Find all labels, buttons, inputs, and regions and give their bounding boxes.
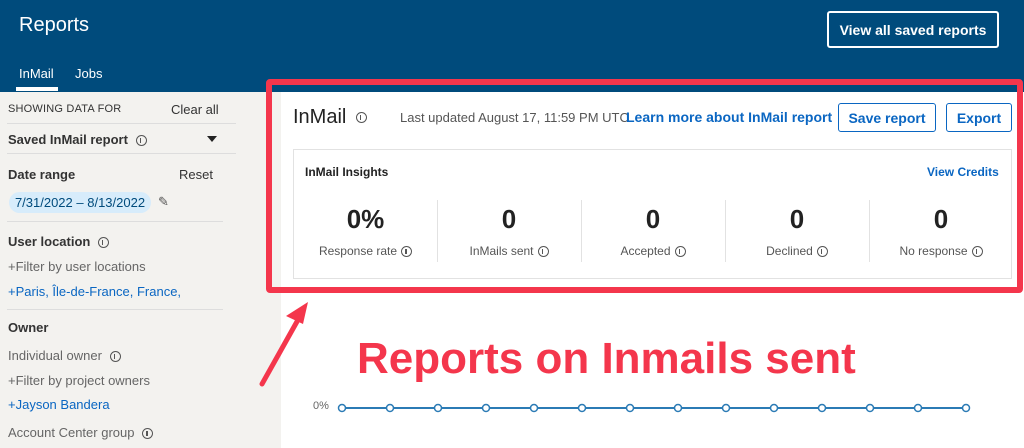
data-point[interactable]	[817, 403, 827, 413]
annotation-arrow-shaft	[259, 315, 302, 387]
data-point[interactable]	[961, 403, 971, 413]
data-point[interactable]	[913, 403, 923, 413]
data-point[interactable]	[721, 403, 731, 413]
data-point[interactable]	[529, 403, 539, 413]
data-point[interactable]	[673, 403, 683, 413]
data-point[interactable]	[385, 403, 395, 413]
data-point[interactable]	[577, 403, 587, 413]
highlight-box	[266, 79, 1023, 293]
data-point[interactable]	[337, 403, 347, 413]
data-point[interactable]	[865, 403, 875, 413]
data-point[interactable]	[433, 403, 443, 413]
data-point[interactable]	[769, 403, 779, 413]
annotation-text: Reports on Inmails sent	[357, 334, 856, 383]
data-point[interactable]	[625, 403, 635, 413]
data-point[interactable]	[481, 403, 491, 413]
annotation-arrow-head	[286, 302, 308, 324]
